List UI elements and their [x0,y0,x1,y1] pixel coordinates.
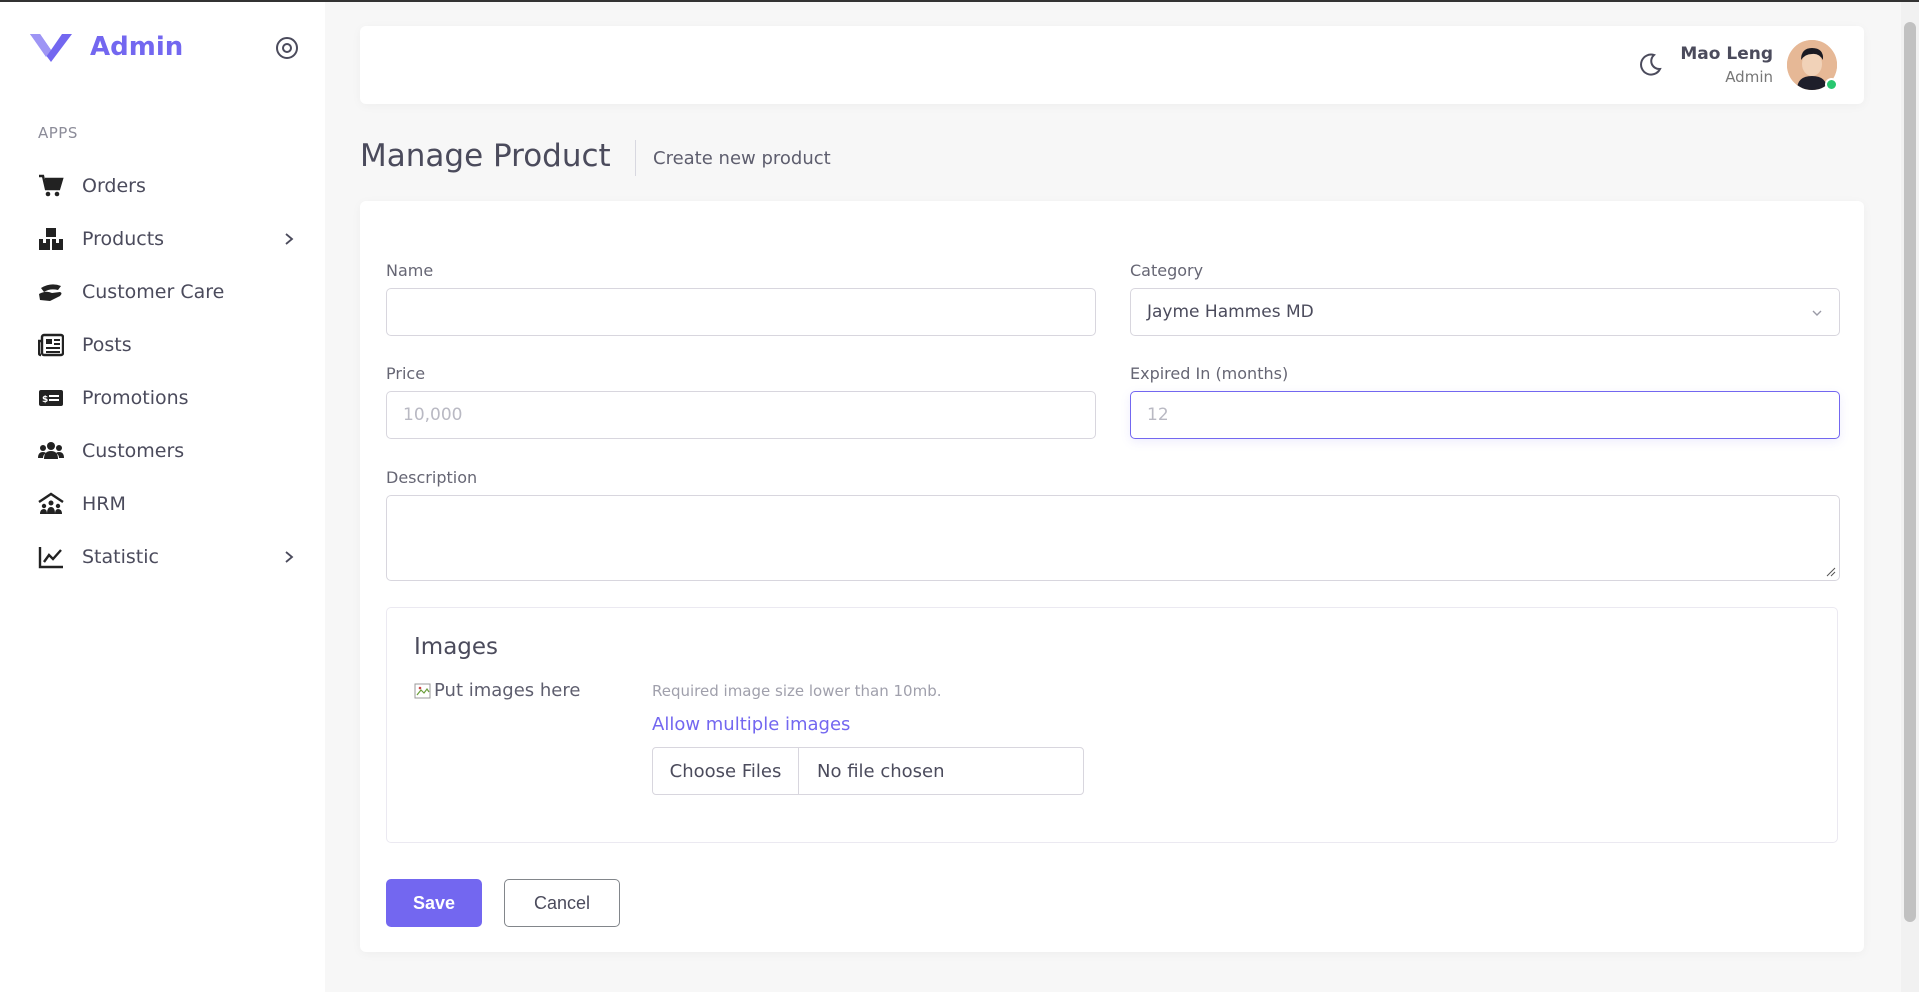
sidebar-item-promotions[interactable]: $ Promotions [0,371,325,424]
file-status: No file chosen [817,760,945,782]
resize-grip-icon[interactable] [1826,567,1836,577]
brand[interactable]: Admin [28,30,183,64]
description-textarea[interactable] [386,495,1840,581]
sidebar: Admin APPS Orders Products Customer Care [0,2,325,992]
image-size-requirement: Required image size lower than 10mb. [652,682,942,700]
chevron-right-icon [285,550,294,563]
allow-multiple-images-link[interactable]: Allow multiple images [652,714,850,735]
image-alt-text: Put images here [434,680,581,701]
title-divider [635,140,636,176]
save-button[interactable]: Save [386,879,482,927]
page-subtitle: Create new product [653,148,831,169]
sidebar-item-label: Customer Care [82,280,225,303]
category-selected-value: Jayme Hammes MD [1147,302,1314,322]
chart-line-icon [38,544,64,570]
description-label: Description [386,468,478,487]
sidebar-item-customer-care[interactable]: Customer Care [0,265,325,318]
sidebar-nav: Orders Products Customer Care Posts $ Pr… [0,159,325,583]
sidebar-item-label: Products [82,227,165,250]
chevron-down-icon [1812,310,1822,316]
chevron-right-icon [285,232,294,245]
top-header: Mao Leng Admin [360,26,1864,104]
money-bill-icon: $ [38,385,64,411]
hand-holding-icon [38,279,64,305]
people-roof-icon [38,491,64,517]
sidebar-item-label: Customers [82,439,185,462]
users-icon [38,438,64,464]
sidebar-item-statistic[interactable]: Statistic [0,530,325,583]
name-label: Name [386,261,434,280]
sidebar-item-label: HRM [82,492,126,515]
images-title: Images [414,634,499,660]
cancel-button[interactable]: Cancel [504,879,620,927]
user-name[interactable]: Mao Leng [1680,44,1773,64]
moon-icon[interactable] [1637,52,1663,78]
user-role: Admin [1725,68,1773,86]
expired-label: Expired In (months) [1130,364,1289,383]
name-input[interactable] [386,288,1096,336]
category-label: Category [1130,261,1204,280]
price-input[interactable] [386,391,1096,439]
sidebar-item-customers[interactable]: Customers [0,424,325,477]
category-select[interactable]: Jayme Hammes MD [1130,288,1840,336]
product-form-card: Name Category Jayme Hammes MD Price Expi… [360,201,1864,952]
online-status-indicator [1825,78,1838,91]
expired-input[interactable] [1130,391,1840,439]
image-preview: Put images here [414,680,580,701]
newspaper-icon [38,332,64,358]
sidebar-item-products[interactable]: Products [0,212,325,265]
svg-text:$: $ [42,395,48,405]
sidebar-item-label: Orders [82,174,146,197]
price-label: Price [386,364,426,383]
sidebar-item-hrm[interactable]: HRM [0,477,325,530]
sidebar-item-orders[interactable]: Orders [0,159,325,212]
scrollbar-thumb[interactable] [1904,22,1916,922]
section-title-apps: APPS [38,124,78,142]
file-input[interactable]: Choose Files No file chosen [652,747,1084,795]
sidebar-item-label: Statistic [82,545,159,568]
brand-name: Admin [90,32,184,62]
sidebar-item-label: Posts [82,333,132,356]
brand-logo-icon [30,34,72,62]
cart-icon [38,173,64,199]
choose-files-button[interactable]: Choose Files [653,748,799,794]
sidebar-item-posts[interactable]: Posts [0,318,325,371]
page-title: Manage Product [360,138,611,174]
images-panel: Images Put images here Required image si… [386,607,1838,843]
sidebar-item-label: Promotions [82,386,189,409]
broken-image-icon [414,683,431,698]
boxes-icon [38,226,64,252]
target-circle-icon[interactable] [275,36,299,60]
